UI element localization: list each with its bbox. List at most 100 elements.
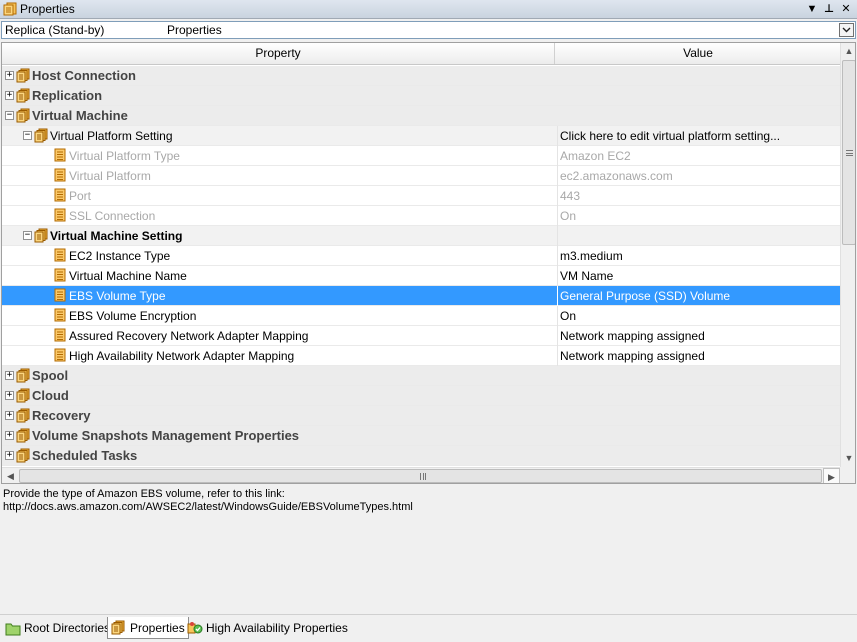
property-row-virtual-machine-name[interactable]: Virtual Machine Name VM Name [2,266,840,286]
property-value[interactable]: On [557,306,840,326]
property-name: Virtual Machine [32,108,128,123]
property-name: Replication [32,88,103,103]
header-value[interactable]: Value [556,43,840,64]
scroll-right-icon[interactable]: ▶ [823,468,840,483]
property-value[interactable] [557,226,840,246]
object-selector-combo[interactable]: Replica (Stand-by) Properties [1,21,856,39]
property-name: EBS Volume Encryption [69,309,197,323]
horizontal-scrollbar[interactable]: ◀ ▶ [2,467,840,483]
property-row-virtual-platform-type[interactable]: Virtual Platform Type Amazon EC2 [2,146,840,166]
description-link[interactable]: http://docs.aws.amazon.com/AWSEC2/latest… [3,501,854,514]
scroll-corner [840,467,855,483]
expand-icon[interactable]: + [5,91,14,100]
property-group-icon [16,108,30,123]
property-group-icon [34,228,48,243]
property-value[interactable]: Network mapping assigned [557,326,840,346]
property-value[interactable]: Network mapping assigned [557,346,840,366]
property-value[interactable]: Click here to edit virtual platform sett… [557,126,840,146]
property-name: Virtual Machine Setting [50,229,183,243]
tab-high-availability-properties[interactable]: High Availability Properties [184,617,351,639]
property-value[interactable]: VM Name [557,266,840,286]
property-value[interactable]: m3.medium [557,246,840,266]
property-icon [54,268,68,283]
property-name: High Availability Network Adapter Mappin… [69,349,295,363]
property-row-virtual-platform-setting[interactable]: − Virtual Platform Setting Click here to e… [2,126,840,146]
property-group-icon [16,428,30,443]
expand-icon[interactable]: + [5,71,14,80]
pin-icon[interactable]: ⊥ [823,2,835,16]
property-group-icon [34,128,48,143]
tab-root-directories[interactable]: Root Directories [2,617,113,639]
property-icon [54,308,68,323]
property-row-host-connection[interactable]: + Host Connection [2,66,840,86]
scroll-up-icon[interactable]: ▲ [841,43,855,60]
horizontal-scroll-thumb[interactable] [19,469,822,483]
property-row-replication[interactable]: + Replication [2,86,840,106]
vertical-scrollbar[interactable]: ▲ ▼ [840,43,855,467]
collapse-icon[interactable]: − [23,231,32,240]
property-name: Virtual Platform [69,169,151,183]
property-name: Scheduled Tasks [32,448,138,463]
property-value: On [557,206,840,226]
property-row-ec2-instance-type[interactable]: EC2 Instance Type m3.medium [2,246,840,266]
expand-icon[interactable]: + [5,451,14,460]
property-group-icon [16,68,30,83]
dropdown-icon[interactable]: ▼ [806,2,818,16]
scroll-left-icon[interactable]: ◀ [2,468,19,483]
property-name: Virtual Machine Name [69,269,187,283]
properties-icon [111,620,127,635]
property-row-cloud[interactable]: + Cloud [2,386,840,406]
property-name: EBS Volume Type [69,289,166,303]
close-icon[interactable]: ✕ [840,2,852,16]
expand-icon[interactable]: + [5,411,14,420]
collapse-icon[interactable]: − [23,131,32,140]
expand-icon[interactable]: + [5,391,14,400]
property-row-virtual-machine[interactable]: − Virtual Machine [2,106,840,126]
combo-object-name: Replica (Stand-by) [5,23,105,37]
window-title: Properties [20,2,75,16]
property-name: Spool [32,368,69,383]
property-icon [54,188,68,203]
property-grid: Property Value + Host Connection + Replicat… [1,42,856,484]
tab-label: High Availability Properties [206,621,348,635]
property-row-high-availability-network-adapter-mapping[interactable]: High Availability Network Adapter Mappin… [2,346,840,366]
header-property[interactable]: Property [2,43,555,64]
property-row-virtual-machine-setting[interactable]: − Virtual Machine Setting [2,226,840,246]
property-row-volume-snapshots-management-properties[interactable]: + Volume Snapshots Management Properties [2,426,840,446]
property-rows: + Host Connection + Replication − Virtual Mac… [2,66,840,466]
property-value: Amazon EC2 [557,146,840,166]
property-icon [54,148,68,163]
description-text: Provide the type of Amazon EBS volume, r… [3,488,285,500]
property-value[interactable]: General Purpose (SSD) Volume [557,286,840,306]
property-row-spool[interactable]: + Spool [2,366,840,386]
property-icon [54,328,68,343]
property-group-icon [16,368,30,383]
property-icon [54,168,68,183]
property-row-assured-recovery-network-adapter-mapping[interactable]: Assured Recovery Network Adapter Mapping… [2,326,840,346]
expand-icon[interactable]: + [5,431,14,440]
property-value: 443 [557,186,840,206]
property-name: SSL Connection [69,209,156,223]
high-availability-icon [187,621,203,636]
chevron-down-icon [842,27,851,33]
property-group-icon [16,448,30,463]
property-row-ssl-connection[interactable]: SSL Connection On [2,206,840,226]
property-row-port[interactable]: Port 443 [2,186,840,206]
property-row-ebs-volume-encryption[interactable]: EBS Volume Encryption On [2,306,840,326]
tab-properties[interactable]: Properties [107,617,189,639]
property-group-icon [16,388,30,403]
property-row-scheduled-tasks[interactable]: + Scheduled Tasks [2,446,840,466]
collapse-icon[interactable]: − [5,111,14,120]
property-row-virtual-platform[interactable]: Virtual Platform ec2.amazonaws.com [2,166,840,186]
vertical-scroll-thumb[interactable] [842,60,855,245]
scroll-down-icon[interactable]: ▼ [841,450,855,467]
property-row-ebs-volume-type[interactable]: EBS Volume Type General Purpose (SSD) Vol… [2,286,840,306]
expand-icon[interactable]: + [5,371,14,380]
combo-dropdown-button[interactable] [839,23,854,37]
property-name: Recovery [32,408,91,423]
property-name: Port [69,189,92,203]
property-row-recovery[interactable]: + Recovery [2,406,840,426]
folder-icon [5,621,21,636]
property-icon [54,208,68,223]
grid-header: Property Value [2,43,840,65]
